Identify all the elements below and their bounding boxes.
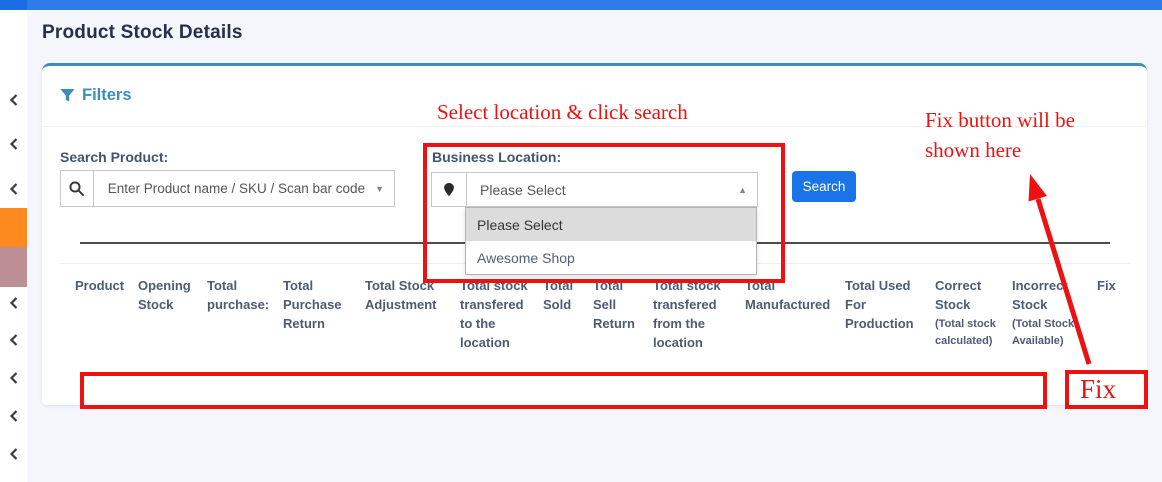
chevron-left-icon [8,409,20,423]
column-header-label: Product [75,278,124,293]
chevron-left-icon [8,137,20,151]
column-header-label: Total Purchase Return [283,278,342,331]
search-product-select[interactable]: Enter Product name / SKU / Scan bar code… [60,170,395,207]
column-header-label: Total Sold [543,278,573,312]
caret-down-icon: ▼ [365,171,394,206]
column-header-label: Total purchase: [207,278,269,312]
column-header-label: Opening Stock [138,278,191,312]
search-button[interactable]: Search [792,171,856,202]
topbar-left-segment [0,0,27,10]
column-header-product: Product [75,276,131,295]
column-header-label: Total stock transfered to the location [460,278,528,350]
sidebar-nav [0,10,27,482]
chevron-left-icon [8,447,20,461]
annotation-box-location [423,143,785,283]
column-header-total-used-for-production: Total Used For Production [845,276,929,333]
column-header-label: Total Sell Return [593,278,635,331]
product-stock-details-page: Product Stock Details Filters Search Pro… [0,0,1162,482]
sidebar-item-2[interactable] [0,136,27,152]
page-title: Product Stock Details [42,22,243,44]
search-product-label: Search Product: [60,149,168,165]
column-header-total-purchase-return: Total Purchase Return [283,276,357,333]
column-header-label: Incorrect Stock [1012,278,1068,312]
column-header-label: Correct Stock [935,278,981,312]
column-header-label: Total stock transfered from the location [653,278,721,350]
column-header-total-sell-return: Total Sell Return [593,276,645,333]
annotation-fix-button: Fix button will be shown here [925,105,1107,165]
column-header-fix: Fix [1097,276,1129,295]
column-header-subtext: (Total stock calculated) [935,316,1009,350]
column-header-total-purchase-: Total purchase: [207,276,277,314]
column-header-correct-stock: Correct Stock (Total stock calculated) [935,276,1009,350]
column-header-label: Total Manufactured [745,278,830,312]
chevron-left-icon [8,371,20,385]
chevron-left-icon [8,93,20,107]
column-header-subtext: (Total Stock Available) [1012,316,1092,350]
annotation-select-location: Select location & click search [437,100,688,125]
chevron-left-icon [8,182,20,196]
column-header-total-stock-transfered-to-the-location: Total stock transfered to the location [460,276,538,352]
sidebar-item-8[interactable] [0,446,27,462]
filters-title: Filters [82,86,132,105]
column-header-opening-stock: Opening Stock [138,276,202,314]
sidebar-item-1[interactable] [0,92,27,108]
sidebar-item-7[interactable] [0,408,27,424]
column-header-label: Fix [1097,278,1116,293]
filters-header: Filters [60,86,132,105]
filter-funnel-icon [60,88,75,103]
table-header-row: Product Opening Stock Total purchase: Total… [0,276,1162,366]
annotation-box-fix: Fix [1065,370,1148,409]
sidebar-item-6[interactable] [0,370,27,386]
sidebar-item-3[interactable] [0,181,27,197]
search-product-placeholder[interactable]: Enter Product name / SKU / Scan bar code [94,171,365,206]
sidebar-highlight-orange[interactable] [0,208,27,247]
column-header-total-stock-transfered-from-the-location: Total stock transfered from the location [653,276,737,352]
fix-box-label: Fix [1069,376,1116,403]
annotation-box-empty-row [80,372,1047,409]
column-header-incorrect-stock: Incorrect Stock (Total Stock Available) [1012,276,1092,350]
top-accent-bar [0,0,1162,10]
search-icon [61,171,94,206]
column-header-label: Total Used For Production [845,278,914,331]
column-header-label: Total Stock Adjustment [365,278,437,312]
